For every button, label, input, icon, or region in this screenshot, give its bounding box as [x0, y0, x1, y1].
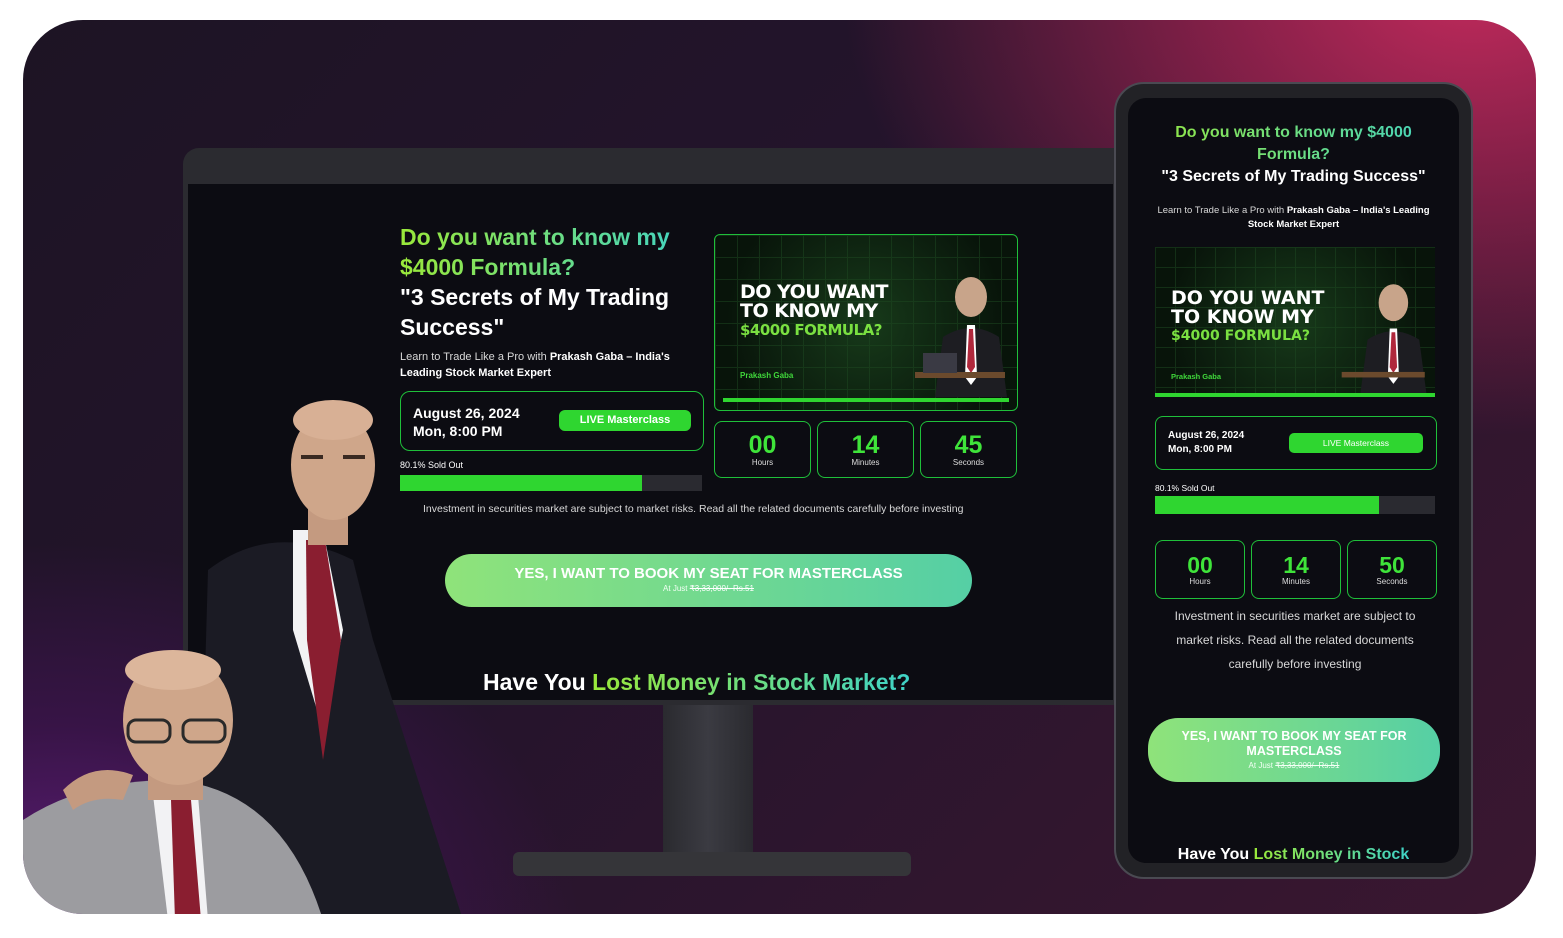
event-date: August 26, 2024 Mon, 8:00 PM [1168, 430, 1245, 455]
mobile-video-thumbnail[interactable]: DO YOU WANT TO KNOW MY $4000 FORMULA? Pr… [1155, 247, 1435, 397]
thumbnail-title: DO YOU WANT TO KNOW MY $4000 FORMULA? [1171, 287, 1325, 345]
progress-fill [1155, 496, 1380, 514]
mobile-subtitle: Learn to Trade Like a Pro with Prakash G… [1157, 205, 1430, 230]
countdown-hours: 00 Hours [714, 421, 811, 478]
thumbnail-name: Prakash Gaba [740, 371, 794, 380]
countdown-hours: 00 Hours [1155, 540, 1245, 599]
headline-title: "3 Secrets of My Trading Success" [400, 284, 670, 340]
headline-question: Do you want to know my $4000 Formula? [400, 222, 700, 282]
thumbnail-title: DO YOU WANT TO KNOW MY $4000 FORMULA? [740, 281, 888, 340]
section-heading: Have You Lost Money in Stock [1177, 846, 1410, 863]
live-masterclass-button[interactable]: LIVE Masterclass [559, 410, 691, 431]
countdown-seconds: 50 Seconds [1347, 540, 1437, 599]
mobile-screen: Do you want to know my $4000 Formula? "3… [1128, 98, 1459, 863]
presenter-portrait [915, 277, 1007, 397]
countdown-minutes: 14 Minutes [1251, 540, 1341, 599]
book-seat-button[interactable]: YES, I WANT TO BOOK MY SEAT FOR MASTERCL… [445, 554, 972, 607]
cta-price: At Just ₹3,33,000/- Rs.51 [1248, 761, 1340, 770]
desktop-headline: Do you want to know my $4000 Formula? "3… [400, 222, 700, 342]
book-seat-button[interactable]: YES, I WANT TO BOOK MY SEAT FOR MASTERCL… [1148, 718, 1440, 782]
presenters-photo [23, 400, 462, 914]
mobile-phone: Do you want to know my $4000 Formula? "3… [1114, 82, 1473, 879]
mobile-headline: Do you want to know my $4000 Formula? "3… [1128, 122, 1459, 188]
monitor-base [513, 852, 911, 876]
countdown-minutes: 14 Minutes [817, 421, 914, 478]
presenter-portrait [1341, 284, 1427, 395]
desktop-subtitle: Learn to Trade Like a Pro with Prakash G… [400, 351, 670, 379]
video-thumbnail[interactable]: DO YOU WANT TO KNOW MY $4000 FORMULA? Pr… [714, 234, 1018, 411]
live-masterclass-button[interactable]: LIVE Masterclass [1289, 433, 1423, 453]
countdown-seconds: 45 Seconds [920, 421, 1017, 478]
mobile-event-date-card: August 26, 2024 Mon, 8:00 PM LIVE Master… [1155, 416, 1437, 470]
monitor-stand [663, 705, 753, 860]
sold-out-progress [1155, 496, 1435, 514]
section-heading: Have You Lost Money in Stock Market? [483, 669, 911, 695]
risk-disclaimer: Investment in securities market are subj… [1174, 609, 1416, 671]
cta-price: At Just ₹3,33,000/- Rs.51 [663, 584, 754, 593]
thumbnail-name: Prakash Gaba [1171, 372, 1222, 381]
promo-banner: Do you want to know my $4000 Formula? "3… [23, 20, 1536, 914]
sold-out-label: 80.1% Sold Out [1155, 483, 1215, 493]
